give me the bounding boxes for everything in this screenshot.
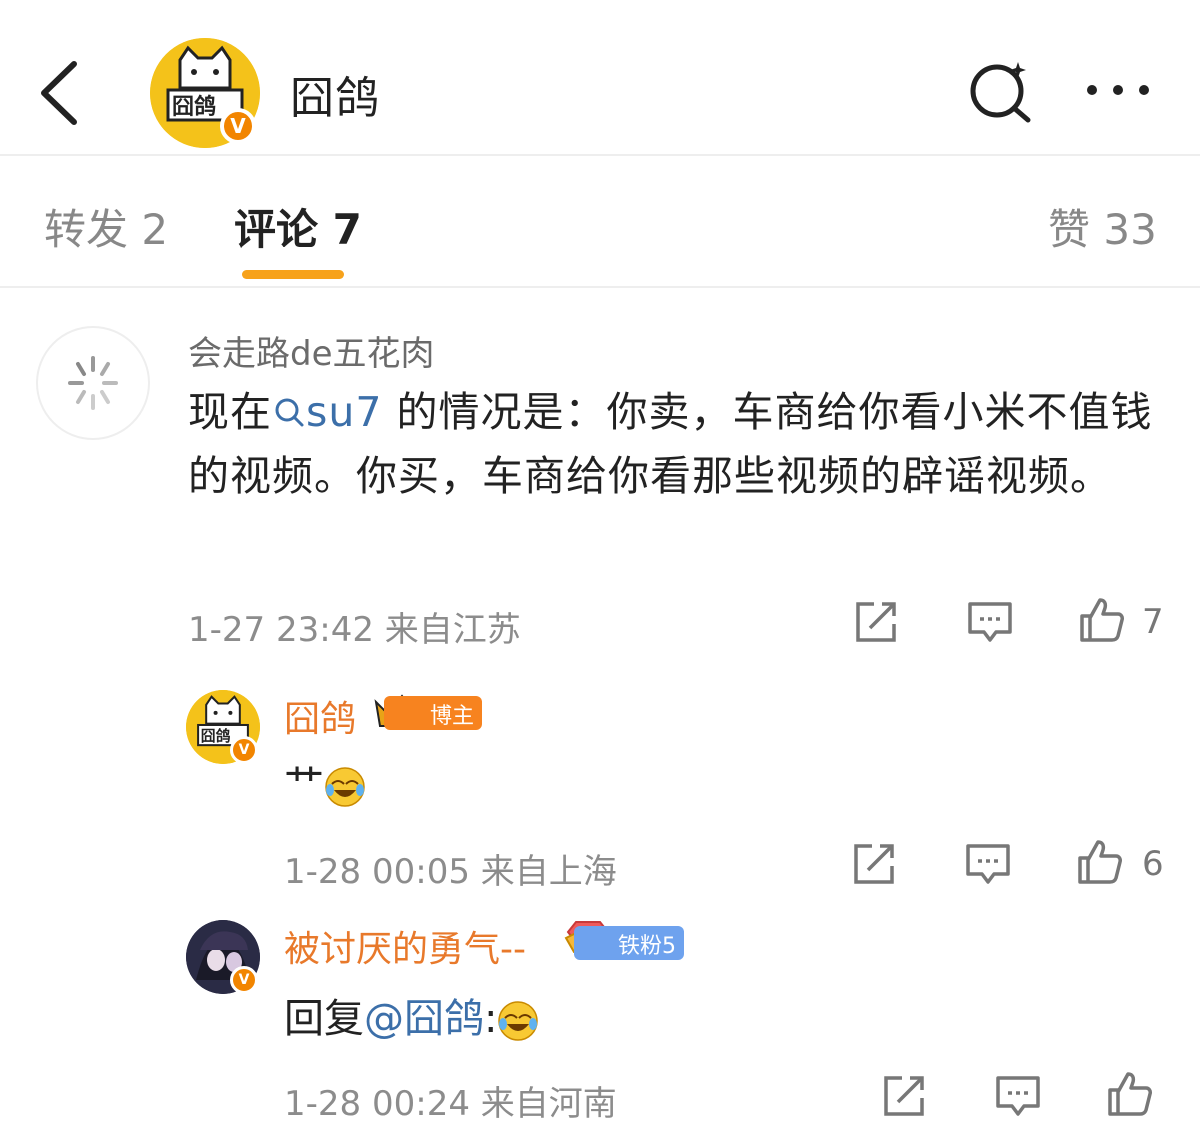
reply-text: 艹: [284, 752, 366, 810]
like-count: 7: [1142, 602, 1164, 642]
comment-text-prefix: 现在: [188, 388, 272, 436]
svg-text:囧鸽: 囧鸽: [201, 727, 231, 745]
comment-icon[interactable]: [966, 598, 1014, 646]
reply-prefix: 回复: [284, 996, 364, 1042]
commenter-username[interactable]: 会走路de五花肉: [188, 326, 435, 375]
laugh-cry-emoji-icon: [325, 767, 365, 807]
tab-reposts[interactable]: 转发 2: [44, 196, 168, 257]
comment-meta: 1-27 23:42 来自江苏: [188, 610, 521, 650]
comment-icon[interactable]: [994, 1072, 1042, 1120]
topic-link-label: su7: [306, 388, 383, 436]
page-title: 囧鸽: [290, 73, 380, 124]
reply-meta: 1-28 00:24 来自河南: [284, 1084, 617, 1124]
fan-badge: 铁粉5: [574, 926, 684, 960]
search-icon[interactable]: [966, 56, 1036, 126]
tab-likes[interactable]: 赞 33: [1048, 196, 1157, 257]
share-icon[interactable]: [880, 1072, 928, 1120]
reply-meta: 1-28 00:05 来自上海: [284, 852, 617, 892]
share-icon[interactable]: [852, 598, 900, 646]
verified-v-icon: V: [230, 966, 258, 994]
reply-username[interactable]: 被讨厌的勇气--: [284, 920, 526, 972]
verified-v-icon: V: [230, 736, 258, 764]
like-count: 6: [1142, 844, 1164, 884]
more-options-icon[interactable]: [1080, 70, 1160, 110]
verified-v-icon: V: [220, 108, 256, 144]
like-thumb-icon[interactable]: [1078, 596, 1126, 644]
laugh-cry-emoji-icon: [498, 1001, 539, 1041]
reply-suffix: :: [484, 996, 498, 1042]
reply-text: 回复@囧鸽:: [284, 986, 539, 1044]
share-icon[interactable]: [850, 840, 898, 888]
like-thumb-icon[interactable]: [1106, 1070, 1154, 1118]
active-tab-indicator: [242, 270, 344, 279]
search-link-icon: [275, 398, 304, 427]
tab-bar: 转发 2 评论 7 赞 33: [0, 158, 1200, 288]
host-badge: 博主: [384, 696, 483, 730]
commenter-avatar[interactable]: [36, 326, 150, 440]
reply-text-content: 艹: [284, 762, 324, 808]
svg-text:囧鸽: 囧鸽: [172, 94, 216, 120]
comment-icon[interactable]: [964, 840, 1012, 888]
top-bar: 囧鸽 V 囧鸽: [0, 0, 1200, 156]
topic-link[interactable]: su7: [272, 388, 382, 436]
like-thumb-icon[interactable]: [1076, 838, 1124, 886]
back-arrow-icon[interactable]: [36, 58, 86, 128]
tab-comments[interactable]: 评论 7: [234, 196, 362, 257]
mention-link[interactable]: @囧鸽: [364, 996, 484, 1042]
reply-username[interactable]: 囧鸽: [284, 690, 356, 742]
comment-text: 现在 su7 的情况是：你卖，车商给你看小米不值钱的视频。你买，车商给你看那些视频…: [188, 380, 1168, 508]
loading-spinner-icon: [68, 356, 118, 410]
